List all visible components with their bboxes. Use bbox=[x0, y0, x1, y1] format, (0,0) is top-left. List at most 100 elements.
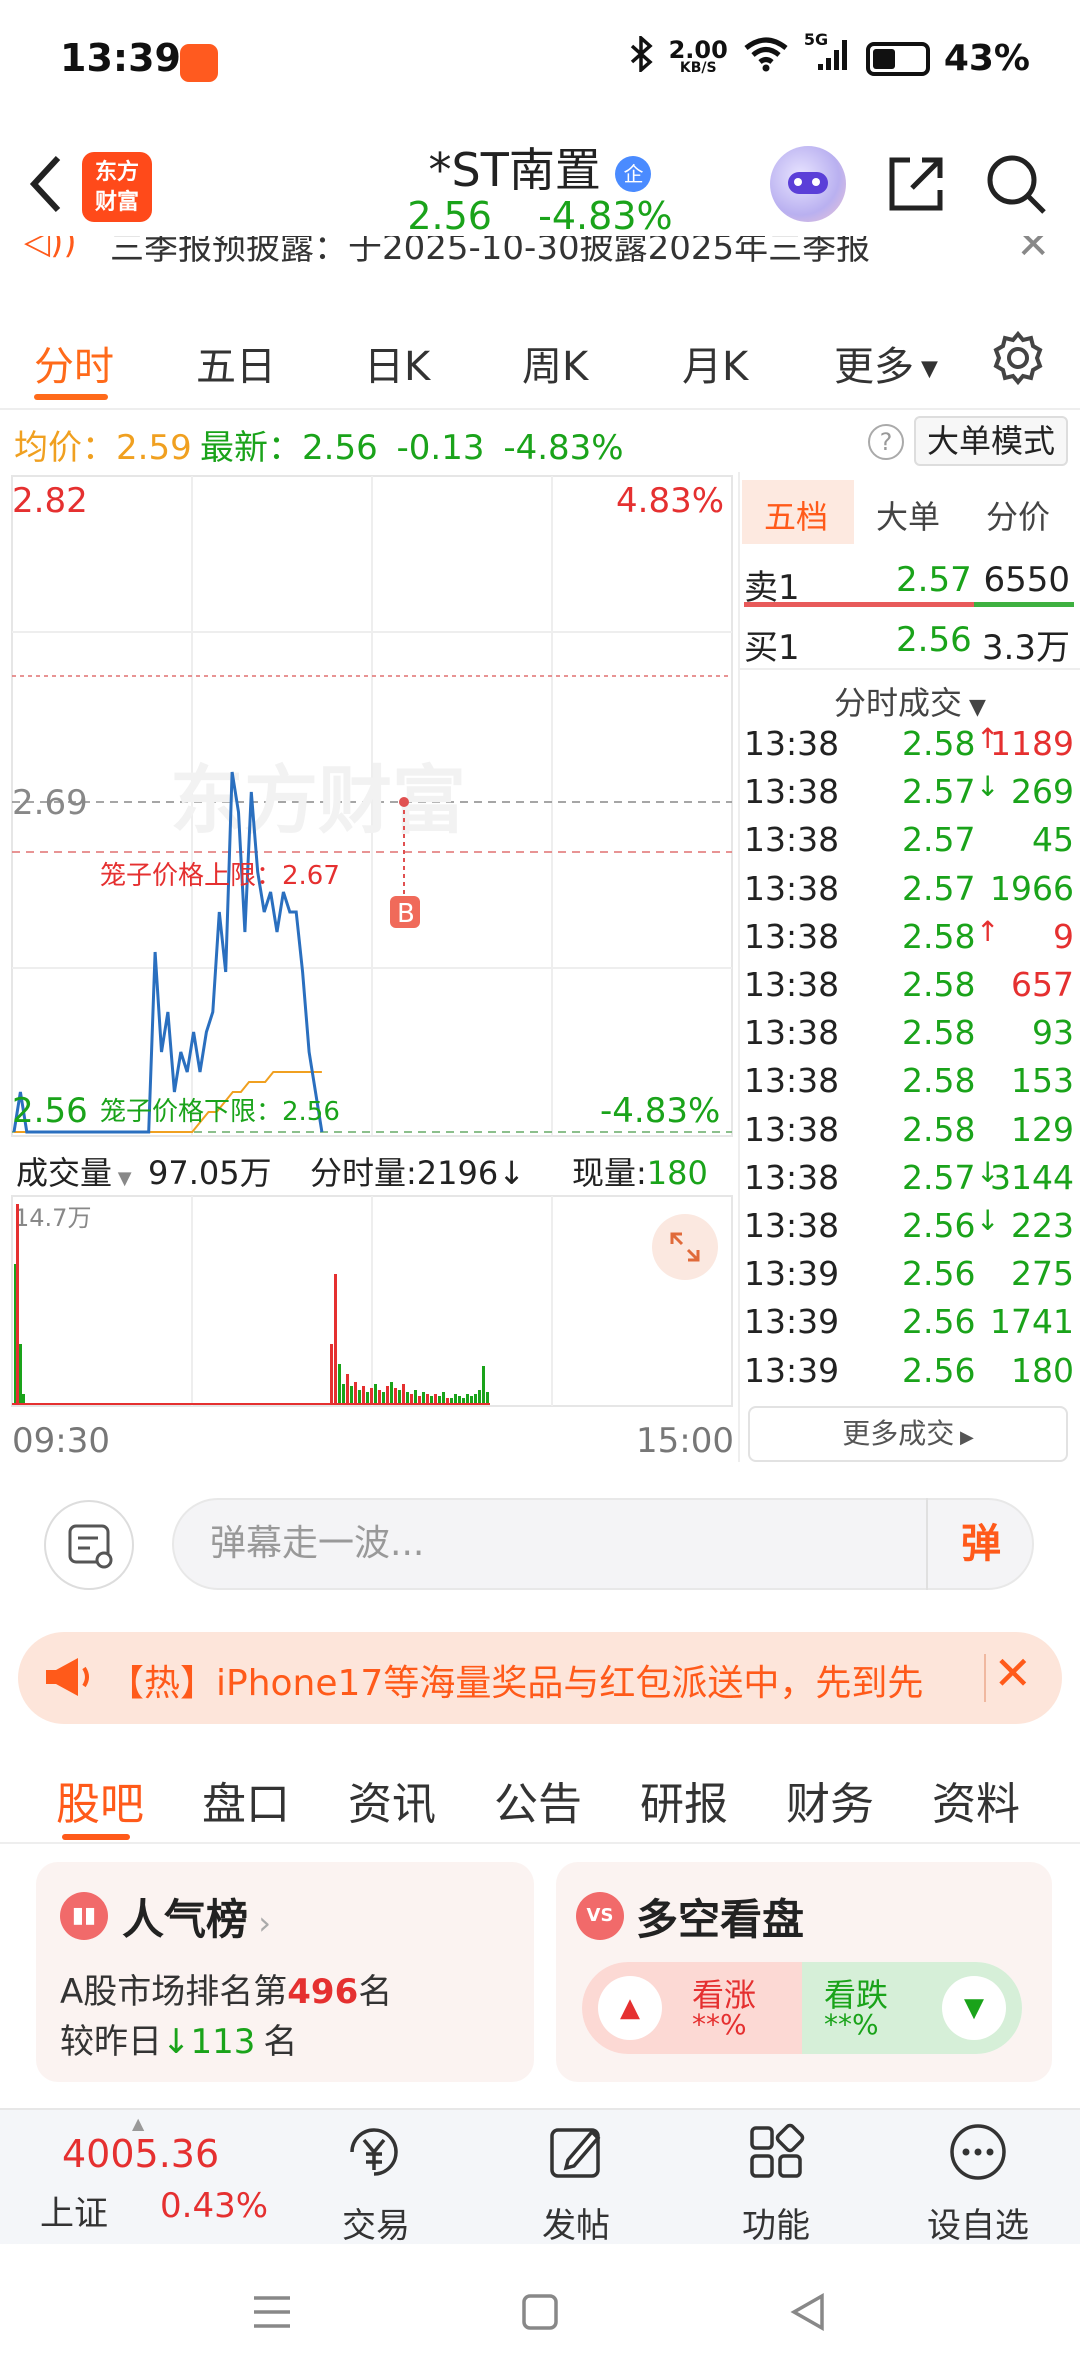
help-icon[interactable]: ? bbox=[868, 424, 904, 460]
rank-value: 496 bbox=[287, 1972, 359, 2012]
notice-close-icon[interactable]: ✕ bbox=[1016, 236, 1050, 268]
trade-volume: 1966 bbox=[990, 868, 1074, 908]
nav-post[interactable]: 发帖 bbox=[506, 2198, 646, 2247]
ob-divider bbox=[740, 668, 1080, 670]
trade-time: 13:38 bbox=[744, 724, 840, 763]
tab-news[interactable]: 资讯 bbox=[348, 1768, 436, 1832]
bull-side[interactable]: ▲ 看涨 **% bbox=[582, 1962, 802, 2054]
trade-row: 13:38 2.58 ↑ 1189 bbox=[740, 718, 1080, 766]
trade-time: 13:38 bbox=[744, 916, 840, 956]
tab-finance[interactable]: 财务 bbox=[786, 1768, 874, 1832]
popularity-card[interactable]: ▮▮ 人气榜 › A股市场排名第496名 较昨日↓113 名 bbox=[36, 1862, 534, 2082]
sell1-row: 卖1 2.57 6550 bbox=[740, 554, 1080, 608]
tab-fenshi[interactable]: 分时 bbox=[34, 334, 114, 392]
trade-volume: 129 bbox=[1011, 1109, 1074, 1149]
trade-price: 2.56 bbox=[902, 1302, 976, 1342]
volume-selector[interactable]: 成交量 ▼ bbox=[16, 1148, 132, 1194]
chevron-right-icon: › bbox=[248, 1904, 271, 1942]
volume-bar bbox=[422, 1392, 425, 1404]
post-edit-icon bbox=[544, 2120, 608, 2184]
trade-price: 2.57 bbox=[902, 1157, 976, 1197]
volume-bar bbox=[366, 1392, 369, 1404]
danmu-send-button[interactable]: 弹 bbox=[926, 1498, 1034, 1590]
tab-more[interactable]: 更多 ▼ bbox=[834, 334, 938, 392]
change-value: 113 bbox=[190, 2022, 256, 2062]
tab-pankou[interactable]: 盘口 bbox=[202, 1768, 290, 1832]
banner-close-icon[interactable]: ✕ bbox=[993, 1646, 1032, 1700]
vol-axis-max: 14.7万 bbox=[14, 1204, 91, 1232]
trade-volume: 3144 bbox=[990, 1157, 1074, 1197]
tab-week-k[interactable]: 周K bbox=[522, 334, 588, 392]
volume-bar bbox=[390, 1382, 393, 1404]
menu-lines-icon[interactable] bbox=[250, 2292, 294, 2336]
trade-price: 2.56 bbox=[902, 1254, 976, 1294]
nav-trade[interactable]: 交易 bbox=[306, 2198, 446, 2247]
nav-functions[interactable]: 功能 bbox=[706, 2198, 846, 2247]
buy1-row: 买1 2.56 3.3万 bbox=[740, 614, 1080, 668]
y-mid-label: 2.69 bbox=[12, 783, 88, 823]
change-suffix: 名 bbox=[263, 2022, 298, 2062]
tab-price-dist[interactable]: 分价 bbox=[986, 492, 1050, 538]
search-icon[interactable] bbox=[984, 152, 1048, 216]
volume-bar bbox=[382, 1392, 385, 1404]
trade-price: 2.57 bbox=[902, 772, 976, 812]
banner-divider bbox=[984, 1654, 986, 1702]
home-square-icon[interactable] bbox=[520, 2292, 560, 2336]
notice-ticker[interactable]: ◁)) 三季报预披露：于2025-10-30披露2025年三季报 ✕ bbox=[0, 236, 1080, 276]
trade-time: 13:38 bbox=[744, 1109, 840, 1149]
trade-row: 13:38 2.58 657 bbox=[740, 959, 1080, 1007]
volume-bar bbox=[426, 1394, 429, 1404]
intraday-chart[interactable]: 东方财富 B 2.82 4.83% 2.69 笼子价格上限：2.67 2.56 … bbox=[0, 472, 735, 1462]
volume-bar bbox=[402, 1384, 405, 1404]
tab-day-k[interactable]: 日K bbox=[364, 334, 430, 392]
tab-profile[interactable]: 资料 bbox=[932, 1768, 1020, 1832]
trade-volume: 45 bbox=[1032, 820, 1074, 860]
latest-value: 2.56 bbox=[302, 428, 378, 468]
status-bar: 13:39 2.00 KB/S 5G 43% bbox=[0, 0, 1080, 130]
tab-five-levels[interactable]: 五档 bbox=[764, 492, 828, 538]
trade-volume: 657 bbox=[1011, 965, 1074, 1004]
trade-time: 13:38 bbox=[744, 965, 840, 1004]
bear-side[interactable]: 看跌 **% ▼ bbox=[802, 1962, 1022, 2054]
nav-add-watchlist[interactable]: 设自选 bbox=[908, 2198, 1048, 2247]
change-prefix: 较昨日 bbox=[60, 2022, 162, 2062]
app-notification-icon bbox=[180, 44, 218, 82]
danmu-settings-icon[interactable] bbox=[44, 1500, 134, 1590]
more-trades-button[interactable]: 更多成交 ▶ bbox=[748, 1406, 1068, 1462]
active-tab-indicator bbox=[34, 394, 108, 400]
stock-change-pct: -4.83% bbox=[538, 194, 673, 238]
buy1-label: 买1 bbox=[744, 628, 800, 668]
big-order-mode-button[interactable]: 大单模式 bbox=[914, 416, 1068, 466]
tab-guba[interactable]: 股吧 bbox=[56, 1768, 144, 1832]
promo-banner[interactable]: 【热】iPhone17等海量奖品与红包派送中，先到先 ✕ bbox=[18, 1632, 1062, 1724]
bull-bear-card[interactable]: VS 多空看盘 ▲ 看涨 **% 看跌 **% ▼ bbox=[556, 1862, 1052, 2082]
volume-bar bbox=[338, 1364, 341, 1404]
enterprise-badge-icon: 企 bbox=[615, 155, 652, 192]
index-value[interactable]: 4005.36 bbox=[62, 2132, 219, 2176]
ai-assistant-avatar[interactable] bbox=[770, 146, 846, 222]
latest-pct: -4.83% bbox=[503, 428, 624, 468]
settings-gear-icon[interactable] bbox=[990, 330, 1046, 390]
trade-time: 13:38 bbox=[744, 820, 840, 860]
back-triangle-icon[interactable] bbox=[788, 2290, 828, 2338]
danmu-input[interactable]: 弹幕走一波... bbox=[172, 1498, 1034, 1590]
volume-bar bbox=[478, 1390, 481, 1404]
trade-volume: 1741 bbox=[990, 1302, 1074, 1342]
tab-big-orders[interactable]: 大单 bbox=[876, 492, 940, 538]
volume-bars-group bbox=[12, 1204, 490, 1405]
danmu-bar: 弹幕走一波... 弹 bbox=[0, 1480, 1080, 1600]
trade-time: 13:38 bbox=[744, 1206, 840, 1245]
tab-research[interactable]: 研报 bbox=[640, 1768, 728, 1832]
tab-five-day[interactable]: 五日 bbox=[196, 334, 276, 392]
tab-month-k[interactable]: 月K bbox=[682, 334, 748, 392]
index-expand-caret-icon[interactable]: ▲ bbox=[132, 2114, 144, 2133]
trade-row: 13:38 2.58 93 bbox=[740, 1007, 1080, 1055]
rank-suffix: 名 bbox=[358, 1972, 393, 2012]
volume-bar bbox=[438, 1396, 441, 1404]
trade-time: 13:38 bbox=[744, 1157, 840, 1197]
trade-volume: 93 bbox=[1032, 1013, 1074, 1053]
volume-header-row: 成交量 ▼ 97.05万 分时量:2196↓ 现量:180 bbox=[12, 1140, 732, 1194]
expand-icon[interactable] bbox=[652, 1214, 718, 1280]
share-icon[interactable] bbox=[884, 152, 948, 216]
tab-announcements[interactable]: 公告 bbox=[494, 1768, 582, 1832]
